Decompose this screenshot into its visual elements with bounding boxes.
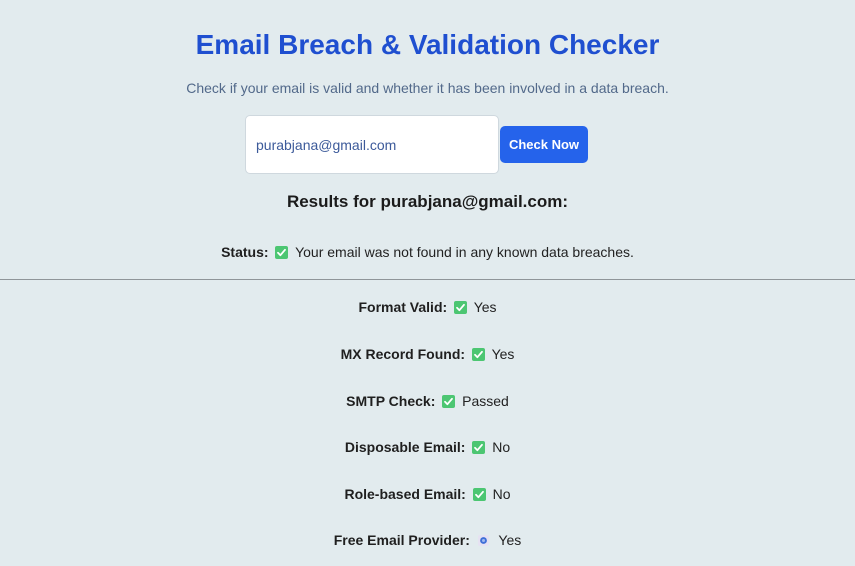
check-mark-icon	[454, 301, 468, 314]
check-value: Yes	[473, 299, 497, 315]
check-value: Yes	[491, 346, 515, 362]
check-row-mx: MX Record Found: Yes	[0, 345, 855, 363]
divider	[0, 279, 855, 280]
email-input[interactable]	[245, 115, 499, 174]
check-row-role: Role-based Email: No	[0, 485, 855, 503]
check-value: Yes	[498, 532, 522, 548]
check-value: No	[492, 439, 511, 455]
check-mark-icon	[472, 441, 486, 454]
page-title: Email Breach & Validation Checker	[195, 29, 660, 60]
check-mark-icon	[442, 395, 456, 408]
check-label: Format Valid:	[358, 299, 448, 315]
status-value: Your email was not found in any known da…	[295, 244, 634, 260]
status-row: Status: Your email was not found in any …	[0, 243, 855, 261]
check-row-disposable: Disposable Email: No	[0, 438, 855, 456]
page: Email Breach & Validation Checker Check …	[0, 0, 855, 566]
check-label: Disposable Email:	[344, 439, 466, 455]
status-label: Status:	[221, 244, 269, 260]
check-label: Free Email Provider:	[333, 532, 470, 548]
check-value: Passed	[462, 393, 509, 409]
check-label: SMTP Check:	[346, 393, 436, 409]
check-row-free-provider: Free Email Provider: Yes	[0, 531, 855, 549]
check-label: MX Record Found:	[340, 346, 466, 362]
check-form: Check Now	[245, 115, 588, 174]
check-value: No	[492, 486, 511, 502]
page-subtitle: Check if your email is valid and whether…	[186, 80, 669, 96]
check-now-button[interactable]: Check Now	[500, 126, 588, 163]
check-mark-icon	[472, 488, 486, 501]
check-row-format: Format Valid: Yes	[0, 298, 855, 316]
info-dot-icon	[477, 533, 490, 546]
results-heading: Results for purabjana@gmail.com:	[286, 192, 569, 211]
check-mark-icon	[275, 246, 289, 259]
check-row-smtp: SMTP Check: Passed	[0, 392, 855, 410]
check-mark-icon	[471, 348, 485, 361]
check-label: Role-based Email:	[344, 486, 466, 502]
